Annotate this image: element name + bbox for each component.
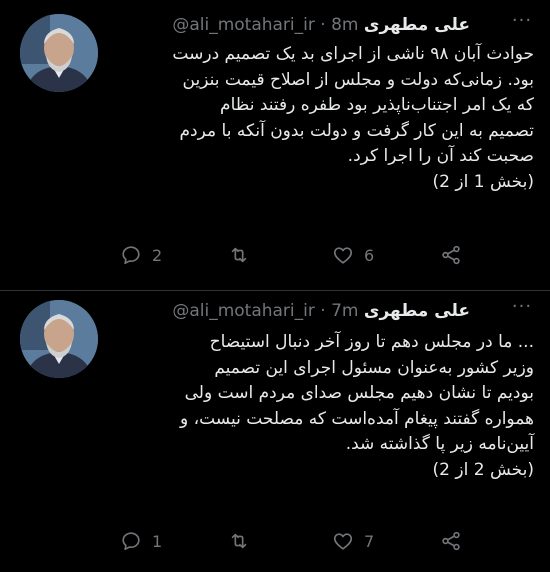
tweet-line: ... ما در مجلس دهم تا روز آخر دنبال استی… <box>209 332 534 352</box>
author-handle[interactable]: @ali_motahari_ir · 7m <box>172 301 358 321</box>
tweet-header: علی مطهری @ali_motahari_ir · 7m <box>172 300 470 322</box>
reply-button[interactable]: 2 <box>120 240 162 270</box>
like-button[interactable]: 6 <box>332 240 374 270</box>
tweet-text: ... ما در مجلس دهم تا روز آخر دنبال استی… <box>124 330 534 483</box>
retweet-button[interactable] <box>228 526 260 556</box>
retweet-button[interactable] <box>228 240 260 270</box>
retweet-icon <box>231 247 247 263</box>
action-bar: 1 7 <box>110 526 530 556</box>
tweet-line: همواره گفتند پیغام آمده‌است که مصلحت نیس… <box>180 408 534 429</box>
reply-count: 2 <box>152 245 163 265</box>
tweet-line: صحبت کند آن را اجرا کرد. <box>347 146 534 166</box>
author-name[interactable]: علی مطهری <box>364 15 470 35</box>
reply-icon <box>122 532 140 551</box>
share-icon <box>442 531 460 551</box>
more-options-icon[interactable]: ··· <box>510 12 534 34</box>
timestamp[interactable]: · 7m <box>320 301 358 321</box>
heart-icon <box>333 247 353 264</box>
reply-icon <box>122 246 140 265</box>
tweet-line: تصمیم به این کار گرفت و دولت بدون آنکه ب… <box>179 120 534 141</box>
like-count: 6 <box>364 245 375 265</box>
tweet[interactable]: علی مطهری @ali_motahari_ir · 8m ··· حواد… <box>0 0 550 290</box>
tweet-line: بود. زمانی‌که دولت و مجلس از اصلاح قیمت … <box>182 69 534 90</box>
reply-count: 1 <box>152 531 163 551</box>
tweet-line: که یک امر اجتناب‌ناپذیر بود طفره رفتند ن… <box>220 95 534 115</box>
author-handle[interactable]: @ali_motahari_ir · 8m <box>172 15 358 35</box>
heart-icon <box>333 533 353 550</box>
like-count: 7 <box>364 531 375 551</box>
reply-button[interactable]: 1 <box>120 526 162 556</box>
tweet[interactable]: علی مطهری @ali_motahari_ir · 7m ··· ... … <box>0 290 550 572</box>
share-icon <box>442 245 460 265</box>
timestamp[interactable]: · 8m <box>320 15 358 35</box>
share-button[interactable] <box>440 240 462 270</box>
share-button[interactable] <box>440 526 462 556</box>
retweet-icon <box>231 533 247 549</box>
tweet-line: حوادث آبان ۹۸ ناشی از اجرای بد یک تصمیم … <box>172 44 534 64</box>
more-options-icon[interactable]: ··· <box>510 298 534 320</box>
tweet-line: (بخش 2 از 2) <box>432 459 534 480</box>
tweet-text: حوادث آبان ۹۸ ناشی از اجرای بد یک تصمیم … <box>124 42 534 195</box>
avatar[interactable] <box>20 14 98 92</box>
action-bar: 2 6 <box>110 240 530 270</box>
like-button[interactable]: 7 <box>332 526 374 556</box>
tweet-header: علی مطهری @ali_motahari_ir · 8m <box>172 14 470 36</box>
tweet-line: وزیر کشور به‌عنوان مسئول اجرای این تصمیم <box>214 357 534 378</box>
author-name[interactable]: علی مطهری <box>364 301 470 321</box>
tweet-line: (بخش 1 از 2) <box>432 171 534 192</box>
tweet-line: آیین‌نامه زیر پا گذاشته شد. <box>345 434 534 454</box>
tweet-line: بودیم تا نشان دهیم مجلس صدای مردم است ول… <box>184 383 534 403</box>
avatar[interactable] <box>20 300 98 378</box>
